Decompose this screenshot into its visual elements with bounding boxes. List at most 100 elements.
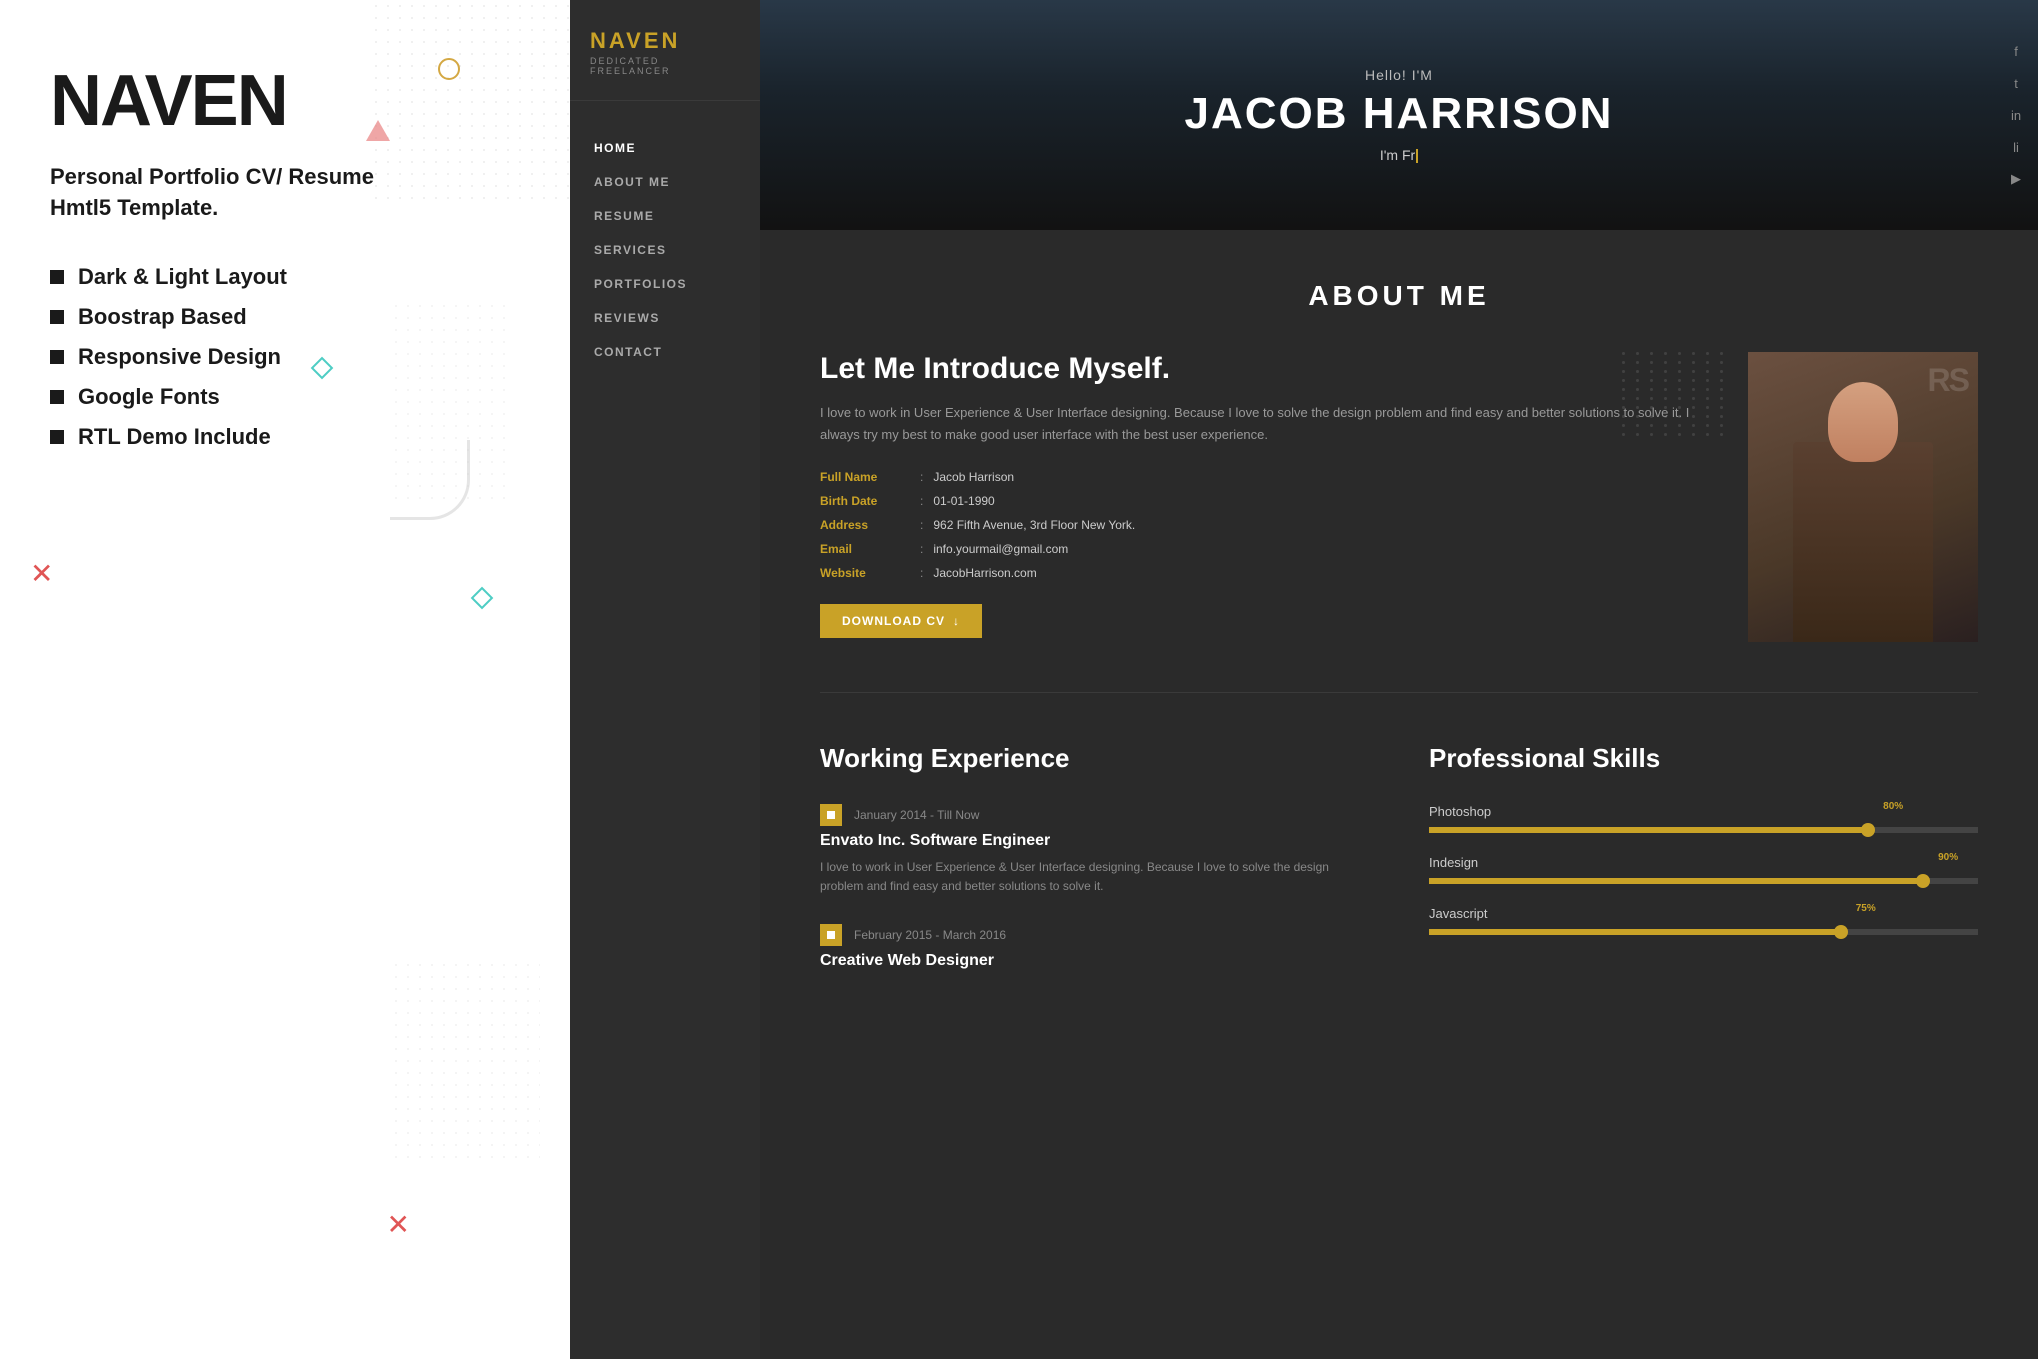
timeline-icon-2 [820, 924, 842, 946]
sidebar-logo-sub: DEDICATED FREELANCER [590, 56, 740, 76]
skill-item-indesign: Indesign 90% [1429, 855, 1978, 884]
info-value-address: 962 Fifth Avenue, 3rd Floor New York. [933, 518, 1135, 532]
experience-panel: Working Experience January 2014 - Till N… [820, 743, 1369, 998]
about-intro-text: I love to work in User Experience & User… [820, 402, 1708, 446]
diamond-decoration-teal2 [471, 587, 494, 610]
skill-label-2: Indesign [1429, 855, 1978, 870]
sidebar-logo-title: NAVEN [590, 28, 740, 54]
dot-grid-decoration: // Generate dot grid inline for(let i=0;… [1622, 352, 1728, 436]
instagram-icon[interactable]: in [2006, 105, 2026, 125]
skill-pct-3: 75% [1856, 903, 1876, 914]
curve-decoration [390, 440, 470, 520]
feature-item: Boostrap Based [50, 304, 520, 330]
skill-item-javascript: Javascript 75% [1429, 906, 1978, 935]
timeline-item-2: February 2015 - March 2016 Creative Web … [820, 924, 1369, 970]
x-decoration-bottom: ✕ [387, 1211, 410, 1239]
timeline-icon-inner [827, 811, 835, 819]
info-label-address: Address [820, 518, 910, 532]
skill-bar-fill: 80% [1429, 827, 1868, 833]
brand-subtitle: Personal Portfolio CV/ ResumeHmtl5 Templ… [50, 162, 520, 224]
timeline-job-title-2: Creative Web Designer [820, 952, 1369, 970]
bullet-icon [50, 270, 64, 284]
info-value-email: info.yourmail@gmail.com [933, 542, 1068, 556]
feature-item: Google Fonts [50, 384, 520, 410]
sidebar-item-reviews[interactable]: REVIEWS [570, 301, 760, 335]
timeline-date-row: January 2014 - Till Now [820, 804, 1369, 826]
section-label-text: ABOUT ME [820, 280, 1978, 312]
info-label-website: Website [820, 566, 910, 580]
info-label-name: Full Name [820, 470, 910, 484]
info-label-email: Email [820, 542, 910, 556]
skill-bar-bg-2: 90% [1429, 878, 1978, 884]
main-content: Hello! I'M JACOB HARRISON I'm Fr f t in … [760, 0, 2038, 1359]
linkedin-icon[interactable]: li [2006, 137, 2026, 157]
timeline-date-2: February 2015 - March 2016 [854, 928, 1006, 942]
person-photo: RS [1748, 352, 1978, 642]
info-row-address: Address : 962 Fifth Avenue, 3rd Floor Ne… [820, 518, 1708, 532]
skill-bar-dot-3: 75% [1834, 925, 1848, 939]
experience-title: Working Experience [820, 743, 1369, 774]
hero-hello: Hello! I'M [1185, 67, 1614, 83]
exp-skills-section: Working Experience January 2014 - Till N… [760, 693, 2038, 1048]
skill-bar-bg-3: 75% [1429, 929, 1978, 935]
info-table: Full Name : Jacob Harrison Birth Date : … [820, 470, 1708, 580]
timeline-date: January 2014 - Till Now [854, 808, 979, 822]
info-value-website: JacobHarrison.com [933, 566, 1036, 580]
hero-content: Hello! I'M JACOB HARRISON I'm Fr [1185, 67, 1614, 163]
bullet-icon [50, 310, 64, 324]
facebook-icon[interactable]: f [2006, 41, 2026, 61]
timeline-desc: I love to work in User Experience & User… [820, 858, 1369, 896]
timeline-item-1: January 2014 - Till Now Envato Inc. Soft… [820, 804, 1369, 896]
info-row-birth: Birth Date : 01-01-1990 [820, 494, 1708, 508]
hero-name: JACOB HARRISON [1185, 89, 1614, 139]
info-label-birth: Birth Date [820, 494, 910, 508]
hero-role: I'm Fr [1185, 147, 1614, 163]
timeline-icon [820, 804, 842, 826]
left-panel: ✕ ✕ NAVEN Personal Portfolio CV/ ResumeH… [0, 0, 570, 1359]
download-cv-button[interactable]: DOWNLOAD CV ↓ [820, 604, 982, 638]
timeline-icon-inner-2 [827, 931, 835, 939]
skill-bar-fill-3: 75% [1429, 929, 1841, 935]
about-intro-title: Let Me Introduce Myself. [820, 352, 1708, 386]
features-list: Dark & Light Layout Boostrap Based Respo… [50, 264, 520, 450]
skill-bar-fill-2: 90% [1429, 878, 1923, 884]
feature-item: Dark & Light Layout [50, 264, 520, 290]
bullet-icon [50, 430, 64, 444]
download-icon: ↓ [953, 614, 960, 628]
dot-pattern-bottom [390, 959, 540, 1159]
youtube-icon[interactable]: ▶ [2006, 169, 2026, 189]
sidebar-item-about[interactable]: ABOUT ME [570, 165, 760, 199]
section-label: ABOUT ME [820, 280, 1978, 312]
sidebar-item-portfolios[interactable]: PORTFOLIOS [570, 267, 760, 301]
skill-bar-dot: 80% [1861, 823, 1875, 837]
brand-title: NAVEN [50, 60, 520, 142]
info-value-birth: 01-01-1990 [933, 494, 994, 508]
about-section: ABOUT ME Let Me Introduce Myself. I love… [760, 230, 2038, 692]
feature-item: RTL Demo Include [50, 424, 520, 450]
sidebar-item-resume[interactable]: RESUME [570, 199, 760, 233]
about-grid: Let Me Introduce Myself. I love to work … [820, 352, 1978, 642]
bullet-icon [50, 350, 64, 364]
skill-pct-2: 90% [1938, 852, 1958, 863]
twitter-icon[interactable]: t [2006, 73, 2026, 93]
info-value-name: Jacob Harrison [933, 470, 1014, 484]
typing-cursor [1416, 149, 1418, 163]
feature-item: Responsive Design [50, 344, 520, 370]
social-icons: f t in li ▶ [1994, 0, 2038, 230]
right-panel: NAVEN DEDICATED FREELANCER HOME ABOUT ME… [570, 0, 2038, 1359]
sidebar-item-services[interactable]: SERVICES [570, 233, 760, 267]
sidebar-nav: NAVEN DEDICATED FREELANCER HOME ABOUT ME… [570, 0, 760, 1359]
about-right: // Generate dot grid inline for(let i=0;… [1748, 352, 1978, 642]
timeline-date-row-2: February 2015 - March 2016 [820, 924, 1369, 946]
sidebar-item-contact[interactable]: CONTACT [570, 335, 760, 369]
x-decoration-left: ✕ [30, 560, 53, 588]
info-row-name: Full Name : Jacob Harrison [820, 470, 1708, 484]
about-photo: RS [1748, 352, 1978, 642]
about-left: Let Me Introduce Myself. I love to work … [820, 352, 1708, 642]
bullet-icon [50, 390, 64, 404]
sidebar-item-home[interactable]: HOME [570, 131, 760, 165]
skill-bar-dot-2: 90% [1916, 874, 1930, 888]
skill-bar-bg: 80% [1429, 827, 1978, 833]
skill-label-3: Javascript [1429, 906, 1978, 921]
skill-item-photoshop: Photoshop 80% [1429, 804, 1978, 833]
